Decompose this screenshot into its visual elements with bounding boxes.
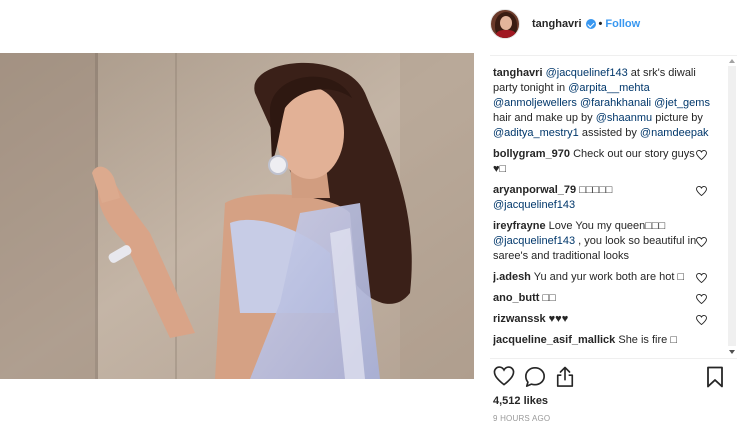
comment-item: rizwanssk ♥♥♥ [493,312,717,327]
mention-link[interactable]: @jacquelinef143 [546,67,628,79]
comment-text: She is fire □ [615,334,677,346]
post-caption: tanghavri @jacquelinef143 at srk's diwal… [493,67,710,139]
mention-link[interactable]: @jet_gems [654,97,710,109]
separator: • [598,18,603,30]
mention-link[interactable]: @farahkhanali [580,97,651,109]
scroll-up-arrow-icon[interactable] [729,59,735,63]
post-header: tanghavri • Follow [490,6,640,42]
heart-icon[interactable] [696,273,707,283]
mention-link[interactable]: @jacquelinef143 [493,235,575,247]
share-icon[interactable] [555,366,575,388]
comment-icon[interactable] [524,366,546,388]
likes-count[interactable]: 4,512 likes [493,395,548,407]
comments-scrollbar[interactable] [727,56,737,356]
follow-button[interactable]: Follow [605,18,640,30]
bookmark-icon[interactable] [706,366,724,388]
verified-badge-icon [585,19,596,29]
heart-icon[interactable] [696,315,707,325]
comment-item: ano_butt □□ [493,291,717,306]
mention-link[interactable]: @jacquelinef143 [493,199,575,211]
post-image [0,53,474,379]
scroll-track[interactable] [728,66,736,346]
comment-text: Love You my queen□□□ [545,220,666,232]
comment-text: □□ [539,292,556,304]
post-photo[interactable] [0,53,474,379]
comment-username[interactable]: j.adesh [493,271,531,283]
avatar[interactable] [490,9,520,39]
comment-item: jacqueline_asif_mallick She is fire □ [493,333,717,348]
comment-text: Yu and yur work both are hot □ [530,271,685,283]
comment-username[interactable]: bollygram_970 [493,148,570,160]
heart-icon[interactable] [493,366,515,386]
heart-icon[interactable] [696,150,707,160]
comment-username[interactable]: aryanporwal_79 [493,184,576,196]
heart-icon[interactable] [696,294,707,304]
comment-username[interactable]: rizwanssk [493,313,546,325]
mention-link[interactable]: @aditya_mestry1 [493,127,579,139]
comment-item: bollygram_970 Check out our story guys ♥… [493,147,717,177]
comment-text: ♥♥♥ [545,313,569,325]
comment-text: □□□□□ [576,184,613,196]
comment-item: aryanporwal_79 □□□□□ @jacquelinef143 [493,183,717,213]
comment-item: j.adesh Yu and yur work both are hot □ [493,270,717,285]
comment-username[interactable]: jacqueline_asif_mallick [493,334,615,346]
comment-username[interactable]: ireyfrayne [493,220,546,232]
heart-icon[interactable] [696,186,707,196]
mention-link[interactable]: @anmoljewellers [493,97,577,109]
header-username[interactable]: tanghavri [532,18,582,30]
mention-link[interactable]: @arpita__mehta [568,82,650,94]
post-timestamp: 9 HOURS AGO [493,414,551,423]
mention-link[interactable]: @namdeepak [640,127,709,139]
action-bar [493,366,727,388]
divider [490,55,737,56]
scroll-down-arrow-icon[interactable] [729,350,735,354]
comment-item: ireyfrayne Love You my queen□□□ @jacqueli… [493,219,717,264]
comment-username[interactable]: ano_butt [493,292,539,304]
mention-link[interactable]: @shaanmu [596,112,652,124]
comments-list[interactable]: tanghavri @jacquelinef143 at srk's diwal… [493,66,717,356]
heart-icon[interactable] [696,237,707,247]
divider [490,358,737,359]
caption-username[interactable]: tanghavri [493,67,543,79]
